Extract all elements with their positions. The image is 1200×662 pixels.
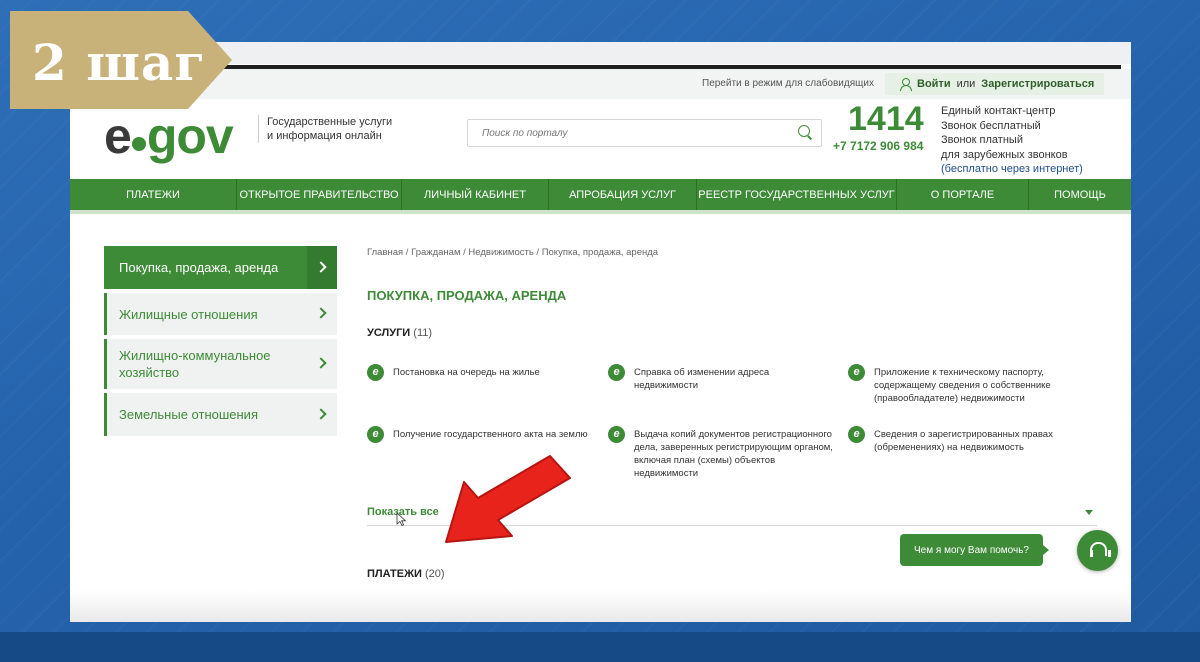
contact-line-1: Единый контакт-центр xyxy=(941,105,1056,117)
service-item[interactable]: e Постановка на очередь на жилье xyxy=(367,364,592,381)
tagline-line-2: и информация онлайн xyxy=(267,130,382,142)
search-input[interactable] xyxy=(467,119,822,147)
nav-item-service-testing[interactable]: АПРОБАЦИЯ УСЛУГ xyxy=(549,179,697,210)
help-chat-bubble[interactable]: Чем я могу Вам помочь? xyxy=(900,534,1049,566)
payments-count: (20) xyxy=(425,568,445,580)
service-item-text: Получение государственного акта на землю xyxy=(393,429,588,440)
page-title: ПОКУПКА, ПРОДАЖА, АРЕНДА xyxy=(367,288,567,303)
egov-logo[interactable]: e gov xyxy=(104,108,234,164)
breadcrumb[interactable]: Главная / Гражданам / Недвижимость / Пок… xyxy=(367,247,658,258)
chevron-right-icon xyxy=(315,407,327,420)
service-item[interactable]: e Приложение к техническому паспорту, со… xyxy=(848,364,1073,405)
e-service-icon: e xyxy=(367,364,384,381)
e-service-icon: e xyxy=(367,426,384,443)
contact-phone-short: 1414 xyxy=(848,100,924,138)
red-arrow-icon xyxy=(445,455,571,543)
sidebar-item-label: Земельные отношения xyxy=(119,407,258,422)
site-header: e gov Государственные услуги и информация… xyxy=(70,99,1131,179)
register-link[interactable]: Зарегистрироваться xyxy=(981,78,1094,90)
logo-gov: gov xyxy=(146,108,234,164)
sidebar-item-housing-utilities[interactable]: Жилищно-коммунальное хозяйство xyxy=(104,339,337,389)
headset-icon[interactable] xyxy=(1077,530,1118,571)
background-bottom-band xyxy=(0,632,1200,662)
sidebar-item-label: Жилищно-коммунальное хозяйство xyxy=(119,348,271,380)
contact-line-4: для зарубежных звонков xyxy=(941,148,1068,161)
nav-item-payments[interactable]: ПЛАТЕЖИ xyxy=(70,179,237,210)
nav-underline xyxy=(70,210,1131,214)
sidebar: Покупка, продажа, аренда Жилищные отноше… xyxy=(104,246,337,440)
browser-screenshot: Перейти в режим для слабовидящих Войти и… xyxy=(70,42,1131,622)
service-item[interactable]: e Справка об изменении адреса недвижимос… xyxy=(608,364,833,392)
sidebar-item-housing-relations[interactable]: Жилищные отношения xyxy=(104,293,337,335)
chevron-right-icon xyxy=(315,260,327,273)
login-link[interactable]: Войти xyxy=(917,78,951,90)
login-area: Войти или Зарегистрироваться xyxy=(885,73,1105,95)
nav-item-services-registry[interactable]: РЕЕСТР ГОСУДАРСТВЕННЫХ УСЛУГ xyxy=(697,179,897,210)
e-service-icon: e xyxy=(848,426,865,443)
nav-item-about[interactable]: О ПОРТАЛЕ xyxy=(897,179,1029,210)
service-item[interactable]: e Выдача копий документов регистрационно… xyxy=(608,426,833,480)
top-bar: Перейти в режим для слабовидящих Войти и… xyxy=(70,69,1131,99)
sidebar-item-land-relations[interactable]: Земельные отношения xyxy=(104,393,337,436)
service-item-text: Выдача копий документов регистрационного… xyxy=(634,429,833,479)
logo-dot-icon xyxy=(131,137,146,151)
e-service-icon: e xyxy=(608,426,625,443)
sidebar-item-label: Жилищные отношения xyxy=(119,306,258,322)
services-heading-label: УСЛУГИ xyxy=(367,327,411,339)
step-badge: 2 шаг xyxy=(10,11,232,109)
sidebar-item-label: Покупка, продажа, аренда xyxy=(119,260,279,275)
nav-item-open-government[interactable]: ОТКРЫТОЕ ПРАВИТЕЛЬСТВО xyxy=(237,179,402,210)
nav-item-personal-cabinet[interactable]: ЛИЧНЫЙ КАБИНЕТ xyxy=(402,179,549,210)
services-heading: УСЛУГИ (11) xyxy=(367,327,432,339)
login-or-text: или xyxy=(956,78,976,90)
low-vision-mode-link[interactable]: Перейти в режим для слабовидящих xyxy=(702,78,874,89)
contact-info: Единый контакт-центр Звонок бесплатный З… xyxy=(941,104,1083,177)
search-icon[interactable] xyxy=(798,125,812,139)
chevron-right-icon xyxy=(315,357,327,369)
service-item-text: Приложение к техническому паспорту, соде… xyxy=(874,367,1051,404)
contact-line-2: Звонок бесплатный xyxy=(941,119,1041,132)
contact-line-5: (бесплатно через интернет) xyxy=(941,163,1083,175)
person-icon xyxy=(899,78,912,91)
payments-heading-label: ПЛАТЕЖИ xyxy=(367,568,422,580)
contact-phone-full: +7 7172 906 984 xyxy=(833,139,924,153)
service-item-text: Постановка на очередь на жилье xyxy=(393,367,540,378)
service-item[interactable]: e Получение государственного акта на зем… xyxy=(367,426,592,443)
main-nav: ПЛАТЕЖИ ОТКРЫТОЕ ПРАВИТЕЛЬСТВО ЛИЧНЫЙ КА… xyxy=(70,179,1131,210)
service-item[interactable]: e Сведения о зарегистрированных правах (… xyxy=(848,426,1073,454)
contact-line-3: Звонок платный xyxy=(941,134,1023,146)
caret-down-icon xyxy=(1085,510,1093,515)
chevron-right-icon xyxy=(315,307,327,319)
logo-e: e xyxy=(104,108,132,164)
payments-heading: ПЛАТЕЖИ (20) xyxy=(367,568,445,580)
site-tagline: Государственные услуги и информация онла… xyxy=(258,115,398,143)
mouse-cursor-icon xyxy=(396,512,406,526)
service-item-text: Справка об изменении адреса недвижимости xyxy=(634,367,770,391)
e-service-icon: e xyxy=(608,364,625,381)
tagline-line-1: Государственные услуги xyxy=(267,116,393,128)
services-count: (11) xyxy=(413,327,433,339)
nav-item-help[interactable]: ПОМОЩЬ xyxy=(1029,179,1131,210)
step-badge-text: 2 шаг xyxy=(32,33,206,92)
e-service-icon: e xyxy=(848,364,865,381)
page-bottom-fade xyxy=(70,590,1131,622)
sidebar-item-purchase-sale-rent[interactable]: Покупка, продажа, аренда xyxy=(104,246,337,289)
service-item-text: Сведения о зарегистрированных правах (об… xyxy=(874,429,1053,453)
